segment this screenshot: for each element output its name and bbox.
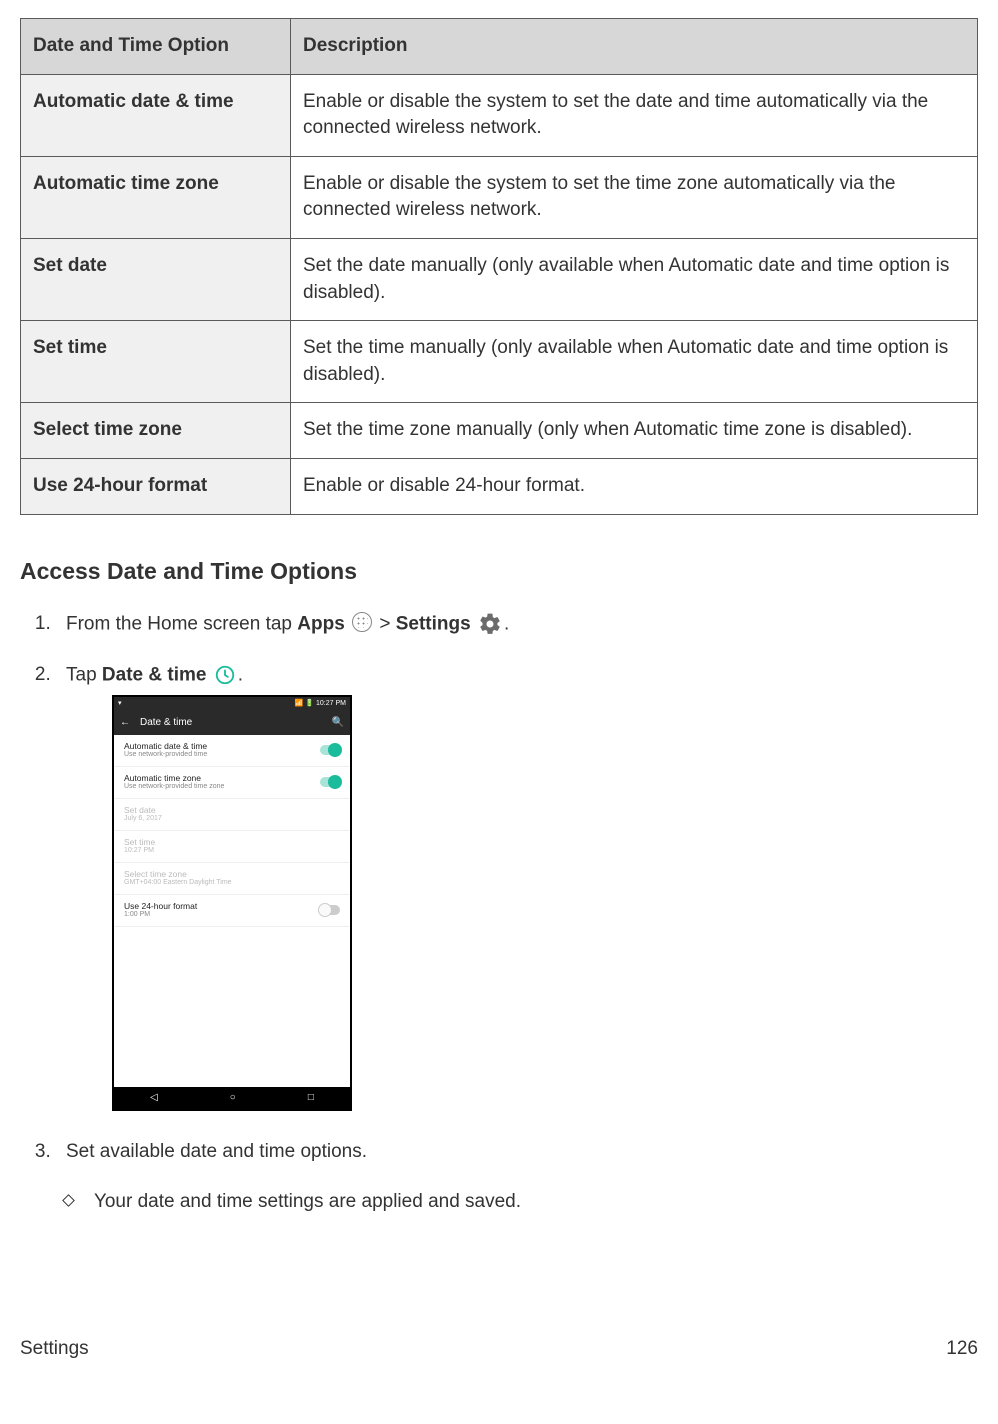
table-header-description: Description: [291, 19, 978, 75]
steps-list: From the Home screen tap Apps > Settings…: [56, 611, 978, 1166]
step-text: From the Home screen tap: [66, 613, 297, 634]
step-2: Tap Date & time . ▾ 📶 🔋 10:27 PM ← Date …: [56, 662, 978, 1111]
description-cell: Set the time zone manually (only when Au…: [291, 403, 978, 459]
status-bar: ▾ 📶 🔋 10:27 PM: [114, 697, 350, 711]
nav-bar: ◁ ○ □: [114, 1087, 350, 1109]
section-heading: Access Date and Time Options: [20, 555, 978, 587]
status-right: 📶 🔋 10:27 PM: [295, 700, 346, 708]
result-line: Your date and time settings are applied …: [20, 1189, 978, 1216]
phone-row: Set time10:27 PM: [114, 831, 350, 863]
nav-home-icon: ○: [230, 1092, 236, 1103]
apps-icon: [352, 612, 372, 632]
footer-section: Settings: [20, 1336, 89, 1363]
toggle-on-icon: [320, 777, 340, 787]
app-bar: ← Date & time 🔍: [114, 711, 350, 735]
step-text: Tap: [66, 664, 102, 685]
back-icon: ←: [120, 717, 130, 728]
phone-screenshot: ▾ 📶 🔋 10:27 PM ← Date & time 🔍 Automatic…: [112, 695, 978, 1111]
step-1: From the Home screen tap Apps > Settings…: [56, 611, 978, 638]
step-text: .: [504, 613, 509, 634]
date-time-options-table: Date and Time Option Description Automat…: [20, 18, 978, 515]
option-cell: Select time zone: [21, 403, 291, 459]
gear-icon: [478, 611, 502, 638]
separator: >: [374, 613, 396, 634]
apps-label: Apps: [297, 613, 345, 634]
toggle-on-icon: [320, 745, 340, 755]
description-cell: Set the time manually (only available wh…: [291, 321, 978, 403]
option-cell: Automatic time zone: [21, 156, 291, 238]
table-row: Select time zoneSet the time zone manual…: [21, 403, 978, 459]
option-cell: Automatic date & time: [21, 74, 291, 156]
clock-icon: [214, 662, 236, 689]
footer-page-number: 126: [946, 1336, 978, 1363]
description-cell: Enable or disable the system to set the …: [291, 74, 978, 156]
diamond-bullet-icon: [62, 1194, 75, 1207]
phone-row: Automatic date & timeUse network-provide…: [114, 735, 350, 767]
table-row: Use 24-hour formatEnable or disable 24-h…: [21, 458, 978, 514]
description-cell: Enable or disable 24-hour format.: [291, 458, 978, 514]
toggle-off-icon: [320, 905, 340, 915]
description-cell: Set the date manually (only available wh…: [291, 238, 978, 320]
phone-row: Select time zoneGMT+04:00 Eastern Daylig…: [114, 863, 350, 895]
table-header-option: Date and Time Option: [21, 19, 291, 75]
phone-frame: ▾ 📶 🔋 10:27 PM ← Date & time 🔍 Automatic…: [112, 695, 352, 1111]
nav-back-icon: ◁: [150, 1092, 158, 1103]
table-row: Automatic date & timeEnable or disable t…: [21, 74, 978, 156]
option-cell: Set date: [21, 238, 291, 320]
date-time-label: Date & time: [102, 664, 207, 685]
step-text: .: [238, 664, 243, 685]
table-row: Set timeSet the time manually (only avai…: [21, 321, 978, 403]
phone-row: Set dateJuly 6, 2017: [114, 799, 350, 831]
description-cell: Enable or disable the system to set the …: [291, 156, 978, 238]
step-3: Set available date and time options.: [56, 1139, 978, 1166]
search-icon: 🔍: [332, 717, 344, 728]
status-left: ▾: [118, 700, 122, 708]
phone-row: Automatic time zoneUse network-provided …: [114, 767, 350, 799]
nav-recent-icon: □: [308, 1092, 314, 1103]
option-cell: Set time: [21, 321, 291, 403]
result-text: Your date and time settings are applied …: [94, 1191, 521, 1212]
table-row: Automatic time zoneEnable or disable the…: [21, 156, 978, 238]
settings-label: Settings: [396, 613, 471, 634]
table-row: Set dateSet the date manually (only avai…: [21, 238, 978, 320]
page-footer: Settings 126: [20, 1336, 978, 1363]
phone-row: Use 24-hour format1:00 PM: [114, 895, 350, 927]
option-cell: Use 24-hour format: [21, 458, 291, 514]
appbar-title: Date & time: [140, 717, 192, 728]
